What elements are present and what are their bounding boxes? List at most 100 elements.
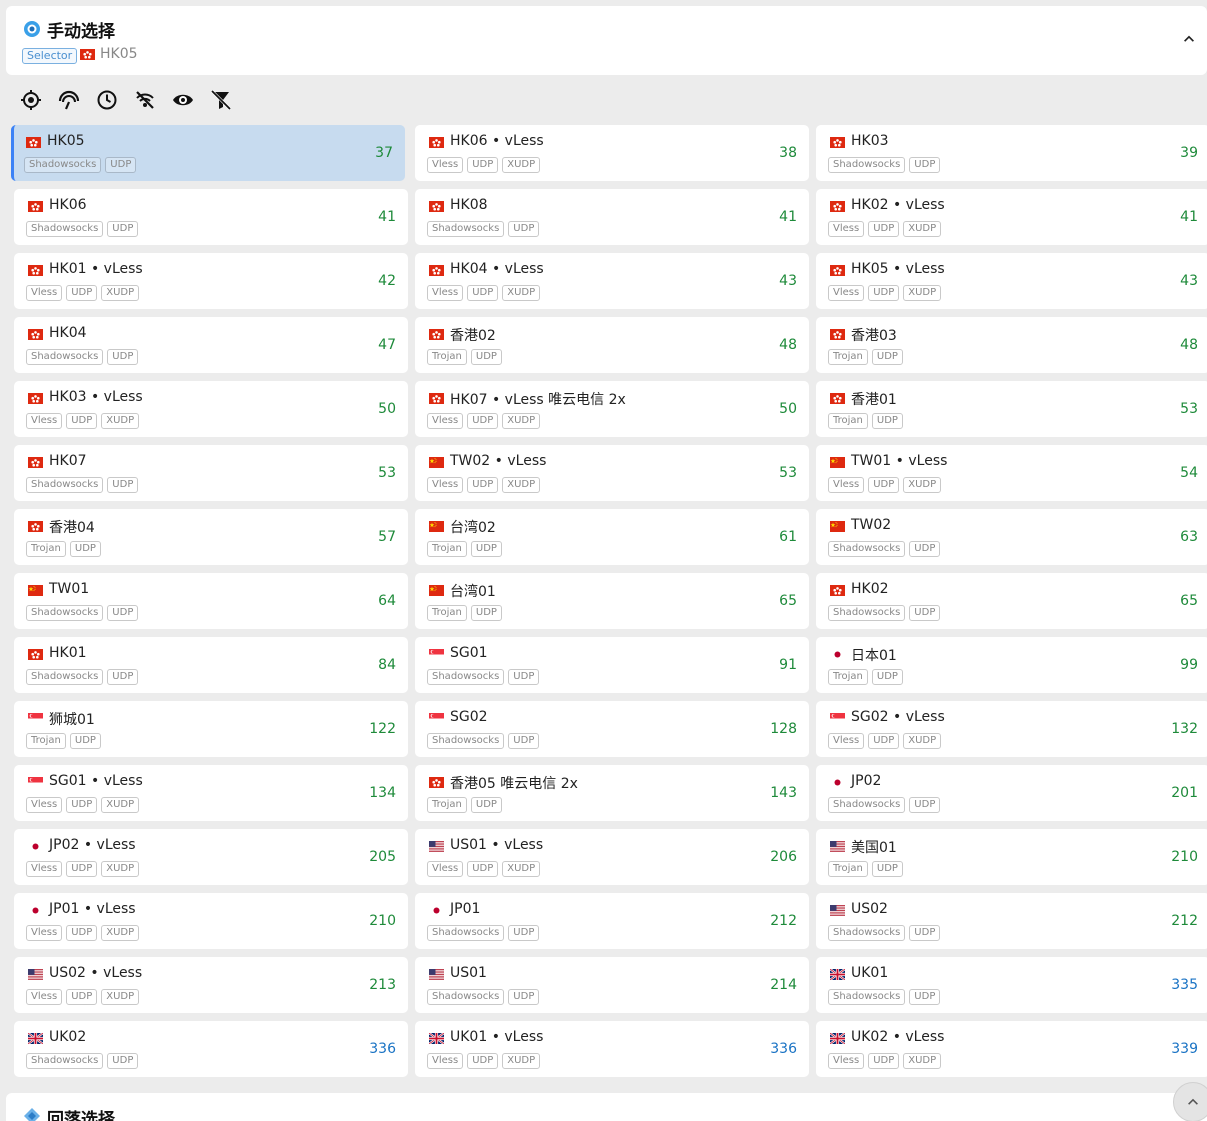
proxy-card[interactable]: UK01 • vLess Vless UDP XUDP 336 xyxy=(415,1021,809,1077)
proxy-card[interactable]: US02 Shadowsocks UDP 212 xyxy=(816,893,1207,949)
proxy-card[interactable]: SG02 Shadowsocks UDP 128 xyxy=(415,701,809,757)
latency-value[interactable]: 201 xyxy=(1171,785,1198,801)
proxy-card[interactable]: US02 • vLess Vless UDP XUDP 213 xyxy=(14,957,408,1013)
latency-value[interactable]: 43 xyxy=(1180,273,1198,289)
latency-value[interactable]: 54 xyxy=(1180,465,1198,481)
latency-value[interactable]: 42 xyxy=(378,273,396,289)
proxy-card[interactable]: HK03 Shadowsocks UDP 39 xyxy=(816,125,1207,181)
proxy-card[interactable]: HK07 • vLess 唯云电信 2x Vless UDP XUDP 50 xyxy=(415,381,809,437)
proxy-card[interactable]: TW01 • vLess Vless UDP XUDP 54 xyxy=(816,445,1207,501)
proxy-card[interactable]: HK05 Shadowsocks UDP 37 xyxy=(11,125,405,181)
latency-value[interactable]: 41 xyxy=(1180,209,1198,225)
proxy-card[interactable]: JP01 Shadowsocks UDP 212 xyxy=(415,893,809,949)
hide-unavailable-icon[interactable] xyxy=(134,89,156,111)
proxy-card[interactable]: HK04 • vLess Vless UDP XUDP 43 xyxy=(415,253,809,309)
locate-icon[interactable] xyxy=(20,89,42,111)
proxy-card[interactable]: SG02 • vLess Vless UDP XUDP 132 xyxy=(816,701,1207,757)
proxy-card[interactable]: HK01 Shadowsocks UDP 84 xyxy=(14,637,408,693)
collapse-chevron-icon[interactable] xyxy=(1181,32,1197,48)
latency-value[interactable]: 41 xyxy=(779,209,797,225)
latency-value[interactable]: 210 xyxy=(1171,849,1198,865)
scroll-to-top-button[interactable] xyxy=(1173,1082,1207,1121)
proxy-card[interactable]: HK08 Shadowsocks UDP 41 xyxy=(415,189,809,245)
latency-value[interactable]: 143 xyxy=(770,785,797,801)
latency-value[interactable]: 64 xyxy=(378,593,396,609)
latency-value[interactable]: 212 xyxy=(1171,913,1198,929)
proxy-card[interactable]: SG01 Shadowsocks UDP 91 xyxy=(415,637,809,693)
latency-value[interactable]: 213 xyxy=(369,977,396,993)
proxy-card[interactable]: UK02 Shadowsocks UDP 336 xyxy=(14,1021,408,1077)
proxy-card[interactable]: HK02 • vLess Vless UDP XUDP 41 xyxy=(816,189,1207,245)
proxy-card[interactable]: 香港03 Trojan UDP 48 xyxy=(816,317,1207,373)
proxy-card[interactable]: HK03 • vLess Vless UDP XUDP 50 xyxy=(14,381,408,437)
latency-value[interactable]: 132 xyxy=(1171,721,1198,737)
latency-value[interactable]: 43 xyxy=(779,273,797,289)
latency-value[interactable]: 38 xyxy=(779,145,797,161)
latency-value[interactable]: 210 xyxy=(369,913,396,929)
proxy-card[interactable]: HK01 • vLess Vless UDP XUDP 42 xyxy=(14,253,408,309)
latency-value[interactable]: 61 xyxy=(779,529,797,545)
proxy-card[interactable]: 日本01 Trojan UDP 99 xyxy=(816,637,1207,693)
filter-off-icon[interactable] xyxy=(210,89,232,111)
latency-value[interactable]: 39 xyxy=(1180,145,1198,161)
latency-value[interactable]: 65 xyxy=(1180,593,1198,609)
speed-test-icon[interactable] xyxy=(58,89,80,111)
latency-value[interactable]: 336 xyxy=(770,1041,797,1057)
latency-value[interactable]: 205 xyxy=(369,849,396,865)
proxy-card[interactable]: HK02 Shadowsocks UDP 65 xyxy=(816,573,1207,629)
proxy-card[interactable]: TW02 Shadowsocks UDP 63 xyxy=(816,509,1207,565)
latency-value[interactable]: 214 xyxy=(770,977,797,993)
latency-value[interactable]: 65 xyxy=(779,593,797,609)
sort-clock-icon[interactable] xyxy=(96,89,118,111)
latency-value[interactable]: 47 xyxy=(378,337,396,353)
latency-value[interactable]: 50 xyxy=(779,401,797,417)
proxy-card[interactable]: HK06 Shadowsocks UDP 41 xyxy=(14,189,408,245)
proxy-card[interactable]: 狮城01 Trojan UDP 122 xyxy=(14,701,408,757)
proxy-card[interactable]: 香港01 Trojan UDP 53 xyxy=(816,381,1207,437)
proxy-card[interactable]: HK07 Shadowsocks UDP 53 xyxy=(14,445,408,501)
visibility-eye-icon[interactable] xyxy=(172,89,194,111)
latency-value[interactable]: 53 xyxy=(779,465,797,481)
latency-value[interactable]: 128 xyxy=(770,721,797,737)
proxy-card[interactable]: US01 • vLess Vless UDP XUDP 206 xyxy=(415,829,809,885)
latency-value[interactable]: 336 xyxy=(369,1041,396,1057)
latency-value[interactable]: 206 xyxy=(770,849,797,865)
proxy-card[interactable]: TW02 • vLess Vless UDP XUDP 53 xyxy=(415,445,809,501)
proxy-card[interactable]: HK04 Shadowsocks UDP 47 xyxy=(14,317,408,373)
proxy-card[interactable]: 香港05 唯云电信 2x Trojan UDP 143 xyxy=(415,765,809,821)
proxy-card[interactable]: 美国01 Trojan UDP 210 xyxy=(816,829,1207,885)
latency-value[interactable]: 53 xyxy=(378,465,396,481)
proxy-card[interactable]: 香港04 Trojan UDP 57 xyxy=(14,509,408,565)
proxy-card[interactable]: 台湾02 Trojan UDP 61 xyxy=(415,509,809,565)
proxy-card[interactable]: UK01 Shadowsocks UDP 335 xyxy=(816,957,1207,1013)
proxy-card[interactable]: UK02 • vLess Vless UDP XUDP 339 xyxy=(816,1021,1207,1077)
latency-value[interactable]: 99 xyxy=(1180,657,1198,673)
proxy-card[interactable]: 香港02 Trojan UDP 48 xyxy=(415,317,809,373)
latency-value[interactable]: 339 xyxy=(1171,1041,1198,1057)
latency-value[interactable]: 134 xyxy=(369,785,396,801)
proxy-card[interactable]: 台湾01 Trojan UDP 65 xyxy=(415,573,809,629)
proxy-card[interactable]: US01 Shadowsocks UDP 214 xyxy=(415,957,809,1013)
latency-value[interactable]: 53 xyxy=(1180,401,1198,417)
latency-value[interactable]: 37 xyxy=(375,145,393,161)
group-header[interactable]: 手动选择 Selector HK05 xyxy=(6,6,1207,75)
latency-value[interactable]: 48 xyxy=(1180,337,1198,353)
latency-value[interactable]: 48 xyxy=(779,337,797,353)
latency-value[interactable]: 212 xyxy=(770,913,797,929)
proxy-card[interactable]: HK06 • vLess Vless UDP XUDP 38 xyxy=(415,125,809,181)
fallback-group-header[interactable]: 回落选择 xyxy=(6,1093,1207,1121)
latency-value[interactable]: 57 xyxy=(378,529,396,545)
latency-value[interactable]: 122 xyxy=(369,721,396,737)
latency-value[interactable]: 91 xyxy=(779,657,797,673)
latency-value[interactable]: 63 xyxy=(1180,529,1198,545)
proxy-card[interactable]: SG01 • vLess Vless UDP XUDP 134 xyxy=(14,765,408,821)
proxy-card[interactable]: HK05 • vLess Vless UDP XUDP 43 xyxy=(816,253,1207,309)
latency-value[interactable]: 41 xyxy=(378,209,396,225)
proxy-card[interactable]: TW01 Shadowsocks UDP 64 xyxy=(14,573,408,629)
proxy-card[interactable]: JP01 • vLess Vless UDP XUDP 210 xyxy=(14,893,408,949)
latency-value[interactable]: 84 xyxy=(378,657,396,673)
latency-value[interactable]: 335 xyxy=(1171,977,1198,993)
latency-value[interactable]: 50 xyxy=(378,401,396,417)
proxy-card[interactable]: JP02 Shadowsocks UDP 201 xyxy=(816,765,1207,821)
proxy-card[interactable]: JP02 • vLess Vless UDP XUDP 205 xyxy=(14,829,408,885)
